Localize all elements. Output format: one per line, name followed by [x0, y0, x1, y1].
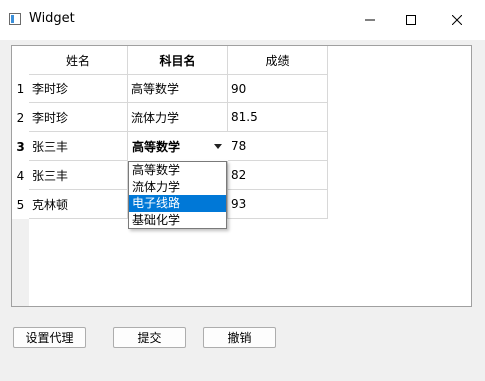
revert-button[interactable]: 撤销: [203, 327, 276, 348]
column-header-name[interactable]: 姓名: [29, 46, 128, 74]
cell-name[interactable]: 李时珍: [29, 74, 128, 103]
dropdown-option[interactable]: 高等数学: [129, 162, 226, 179]
dropdown-option-highlighted[interactable]: 电子线路: [129, 195, 226, 212]
minimize-icon: [365, 19, 375, 21]
row-header[interactable]: 5: [12, 190, 29, 219]
window-title: Widget: [29, 11, 75, 26]
cell-name[interactable]: 张三丰: [29, 161, 128, 190]
row-header[interactable]: 4: [12, 161, 29, 190]
row-header[interactable]: 2: [12, 103, 29, 132]
cell-score[interactable]: 82: [228, 161, 328, 190]
app-icon: [9, 13, 21, 25]
row-header[interactable]: 3: [12, 132, 29, 161]
submit-button[interactable]: 提交: [113, 327, 186, 348]
cell-score[interactable]: 78: [228, 132, 328, 161]
maximize-button[interactable]: [388, 0, 434, 40]
title-bar: Widget: [0, 0, 485, 40]
close-icon: [452, 15, 462, 25]
cell-name[interactable]: 张三丰: [29, 132, 128, 161]
subject-dropdown-list[interactable]: 高等数学 流体力学 电子线路 基础化学: [128, 161, 227, 229]
combo-current-value: 高等数学: [132, 140, 181, 154]
cell-score[interactable]: 93: [228, 190, 328, 219]
column-header-subject[interactable]: 科目名: [128, 46, 228, 74]
table-view[interactable]: 姓名 科目名 成绩 1 2 3 4 5 李时珍 高等数学 90 李时珍 流体力学…: [11, 45, 472, 307]
dropdown-option[interactable]: 基础化学: [129, 212, 226, 229]
minimize-button[interactable]: [347, 0, 393, 40]
cell-score[interactable]: 90: [228, 74, 328, 103]
dropdown-option[interactable]: 流体力学: [129, 179, 226, 196]
close-button[interactable]: [434, 0, 480, 40]
subject-combo-editor[interactable]: 高等数学: [128, 132, 228, 161]
row-header[interactable]: 1: [12, 74, 29, 103]
set-delegate-button[interactable]: 设置代理: [13, 327, 86, 348]
cell-subject[interactable]: 高等数学: [128, 74, 228, 103]
cell-score[interactable]: 81.5: [228, 103, 328, 132]
column-header-score[interactable]: 成绩: [228, 46, 328, 74]
cell-name[interactable]: 克林顿: [29, 190, 128, 219]
table-corner[interactable]: [12, 46, 29, 74]
cell-subject[interactable]: 流体力学: [128, 103, 228, 132]
maximize-icon: [406, 15, 416, 25]
chevron-down-icon[interactable]: [214, 144, 222, 149]
cell-name[interactable]: 李时珍: [29, 103, 128, 132]
